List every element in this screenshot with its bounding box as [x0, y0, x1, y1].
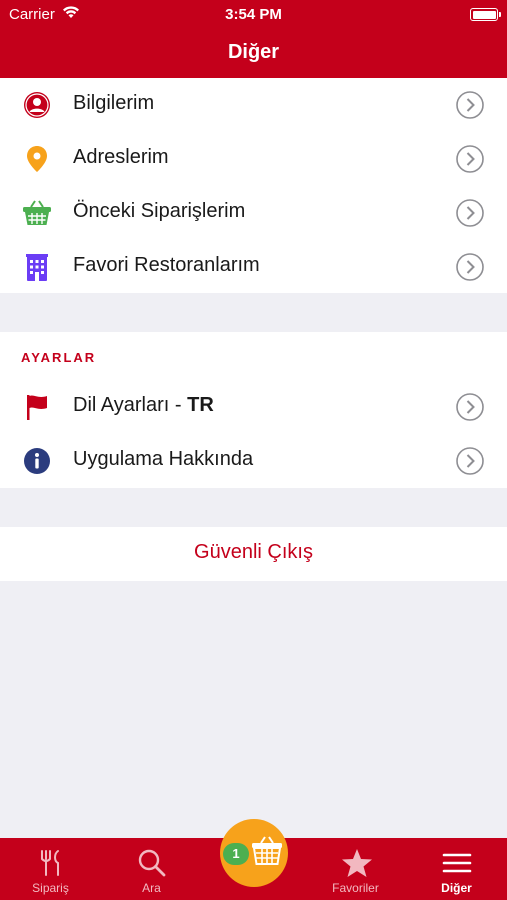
menu-item-label: Bilgilerim [73, 92, 155, 114]
tab-label: Favoriler [332, 881, 379, 895]
fork-knife-icon [36, 848, 66, 878]
menu-item-label: Önceki Siparişlerim [73, 200, 246, 222]
nav-bar: Diğer [0, 30, 507, 78]
menu-item-bilgilerim[interactable]: Bilgilerim [0, 78, 507, 132]
chevron-right-icon [455, 198, 485, 228]
menu-item-onceki-siparislerim[interactable]: Önceki Siparişlerim [0, 186, 507, 240]
status-bar: Carrier 3:54 PM [0, 0, 507, 30]
language-value: TR [187, 394, 214, 416]
chevron-right-icon [455, 144, 485, 174]
menu-item-label: Adreslerim [73, 146, 169, 168]
clock: 3:54 PM [225, 6, 282, 23]
search-icon [137, 848, 167, 878]
basket-count-badge: 1 [223, 843, 249, 865]
account-menu: Bilgilerim Adreslerim Önceki Siparişleri… [0, 78, 507, 293]
section-header: AYARLAR [21, 350, 97, 365]
basket-icon [22, 198, 52, 228]
building-icon [22, 252, 52, 282]
tab-favoriler[interactable]: Favoriler [305, 838, 406, 900]
menu-icon [442, 848, 472, 878]
language-label: Dil Ayarları - [73, 394, 188, 416]
flag-icon [22, 392, 52, 422]
tab-ara[interactable]: Ara [101, 838, 202, 900]
chevron-right-icon [455, 392, 485, 422]
chevron-right-icon [455, 446, 485, 476]
logout-button[interactable]: Güvenli Çıkış [0, 541, 507, 564]
tab-label: Ara [142, 881, 161, 895]
settings-section: AYARLAR Dil Ayarları - TR Uygulama Hakkı… [0, 332, 507, 488]
chevron-right-icon [455, 90, 485, 120]
battery-icon [470, 8, 501, 21]
page-title: Diğer [227, 41, 280, 63]
chevron-right-icon [455, 252, 485, 282]
menu-item-label: Favori Restoranlarım [73, 254, 260, 276]
basket-icon [251, 836, 283, 868]
tab-label: Sipariş [32, 881, 69, 895]
menu-item-label: Dil Ayarları - TR [73, 394, 214, 417]
menu-item-label: Uygulama Hakkında [73, 448, 254, 470]
menu-item-about[interactable]: Uygulama Hakkında [0, 434, 507, 488]
info-icon [22, 446, 52, 476]
location-pin-icon [22, 144, 52, 174]
logout-section: Güvenli Çıkış [0, 527, 507, 581]
tab-siparis[interactable]: Sipariş [0, 838, 101, 900]
tab-diger[interactable]: Diğer [406, 838, 507, 900]
tab-label: Diğer [441, 881, 472, 895]
menu-item-language[interactable]: Dil Ayarları - TR [0, 380, 507, 434]
menu-item-adreslerim[interactable]: Adreslerim [0, 132, 507, 186]
basket-button[interactable]: 1 [220, 819, 288, 887]
star-icon [341, 848, 372, 878]
menu-item-favori-restoranlarim[interactable]: Favori Restoranlarım [0, 240, 507, 294]
user-icon [22, 90, 52, 120]
